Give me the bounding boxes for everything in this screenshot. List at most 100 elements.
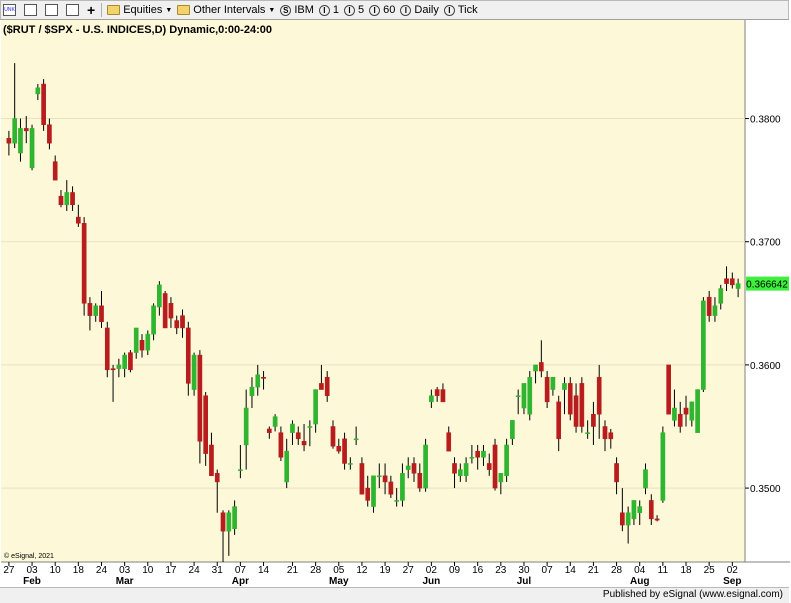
interval-icon: I	[344, 4, 356, 16]
x-tick-label: 07	[542, 565, 554, 576]
month-label: Sep	[723, 576, 741, 587]
candle-body	[648, 500, 654, 520]
candle-body	[348, 463, 353, 465]
candle-body	[6, 138, 12, 144]
candle-body	[689, 401, 695, 421]
candle-body	[515, 395, 521, 397]
page-button[interactable]	[43, 2, 63, 18]
candle-body	[319, 383, 324, 390]
candle-body	[180, 315, 185, 329]
candle-body	[550, 376, 556, 390]
candle-body	[475, 450, 481, 458]
interval-icon: I	[369, 4, 381, 16]
candle-body	[440, 389, 446, 403]
toolbar-separator	[101, 3, 103, 17]
interval-daily-button[interactable]: I Daily	[398, 2, 440, 18]
candle-body	[99, 305, 104, 323]
x-tick-label: 30	[518, 565, 530, 576]
candle-body	[307, 426, 313, 428]
candle-body	[654, 518, 660, 521]
candle-body	[677, 413, 683, 427]
copyright-label: © eSignal, 2021	[4, 552, 54, 560]
candle-body	[620, 512, 625, 526]
candle-body	[429, 395, 434, 403]
folder-icon	[177, 5, 191, 15]
equities-label: Equities	[123, 4, 163, 16]
candle-body	[371, 475, 376, 507]
candle-body	[521, 383, 527, 409]
candle-body	[185, 327, 191, 384]
x-tick-label: 09	[449, 565, 461, 576]
candle-body	[533, 364, 538, 372]
candle-body	[116, 364, 122, 369]
interval-5-button[interactable]: I 5	[342, 2, 366, 18]
candle-body	[214, 473, 220, 483]
price-axis-panel[interactable]	[745, 20, 789, 562]
y-tick-label: 0.3600	[750, 361, 781, 372]
interval-tick-button[interactable]: I Tick	[442, 2, 480, 18]
candle-body	[388, 481, 394, 495]
candle-body	[683, 407, 689, 415]
candle-body	[52, 161, 58, 181]
x-tick-label: 24	[96, 565, 108, 576]
candle-body	[336, 445, 342, 452]
candle-body	[434, 389, 440, 396]
candle-body	[58, 195, 64, 206]
interval-60-button[interactable]: I 60	[367, 2, 397, 18]
x-tick-label: 28	[611, 565, 623, 576]
y-tick-label: 0.3700	[750, 238, 781, 249]
candle-body	[695, 389, 700, 433]
candle-body	[191, 354, 197, 390]
month-label: Feb	[23, 576, 41, 587]
candle-body	[637, 506, 643, 513]
interval-1-button[interactable]: I 1	[317, 2, 341, 18]
candle-body	[510, 420, 515, 440]
candle-body	[301, 441, 307, 446]
month-label: Jul	[517, 576, 532, 587]
candle-body	[602, 426, 608, 440]
candle-body	[423, 444, 428, 489]
unk-button[interactable]: UNK	[1, 2, 21, 18]
candle-body	[457, 469, 463, 477]
equities-dropdown[interactable]: Equities ▼	[105, 2, 174, 18]
candle-body	[220, 512, 226, 532]
x-tick-label: 23	[495, 565, 507, 576]
page-icon	[45, 4, 58, 16]
candle-body	[631, 500, 637, 520]
candle-body	[278, 432, 284, 458]
x-tick-label: 18	[73, 565, 85, 576]
x-tick-label: 19	[380, 565, 392, 576]
candle-body	[463, 463, 469, 477]
candle-body	[139, 340, 145, 351]
new-window-button[interactable]	[22, 2, 42, 18]
month-label: Jun	[422, 576, 440, 587]
candle-body	[238, 469, 243, 471]
candle-body	[643, 469, 648, 489]
ibm-button[interactable]: S IBM	[278, 2, 316, 18]
copy-button[interactable]	[64, 2, 84, 18]
time-axis: 27 03 10 18 24 03 10 17 24 31 07 14 21 28 05 12 19 27 02 09…	[3, 562, 741, 587]
other-intervals-dropdown[interactable]: Other Intervals ▼	[175, 2, 277, 18]
price-chart[interactable]: 0.3500 0.3600 0.3700 0.3800 27 03 10 18 24 03 10 1…	[0, 20, 791, 587]
candle-body	[724, 278, 729, 284]
interval-icon: I	[400, 4, 412, 16]
x-tick-label: 21	[287, 565, 299, 576]
x-tick-label: 18	[680, 565, 692, 576]
candle-body	[110, 368, 116, 371]
candle-body	[359, 463, 365, 495]
x-tick-label: 28	[310, 565, 322, 576]
x-tick-label: 02	[727, 565, 739, 576]
interval-60-label: 60	[383, 4, 396, 16]
candle-body	[625, 512, 631, 526]
y-tick-label: 0.3800	[750, 115, 781, 126]
candle-body	[527, 376, 533, 415]
candle-body	[295, 432, 301, 440]
other-intervals-label: Other Intervals	[193, 4, 266, 16]
candle-body	[76, 216, 81, 224]
candle-body	[70, 192, 75, 206]
x-tick-label: 31	[212, 565, 224, 576]
crosshair-button[interactable]: +	[85, 2, 97, 18]
candle-body	[255, 374, 261, 388]
candle-body	[342, 438, 347, 464]
candle-body	[87, 303, 93, 316]
